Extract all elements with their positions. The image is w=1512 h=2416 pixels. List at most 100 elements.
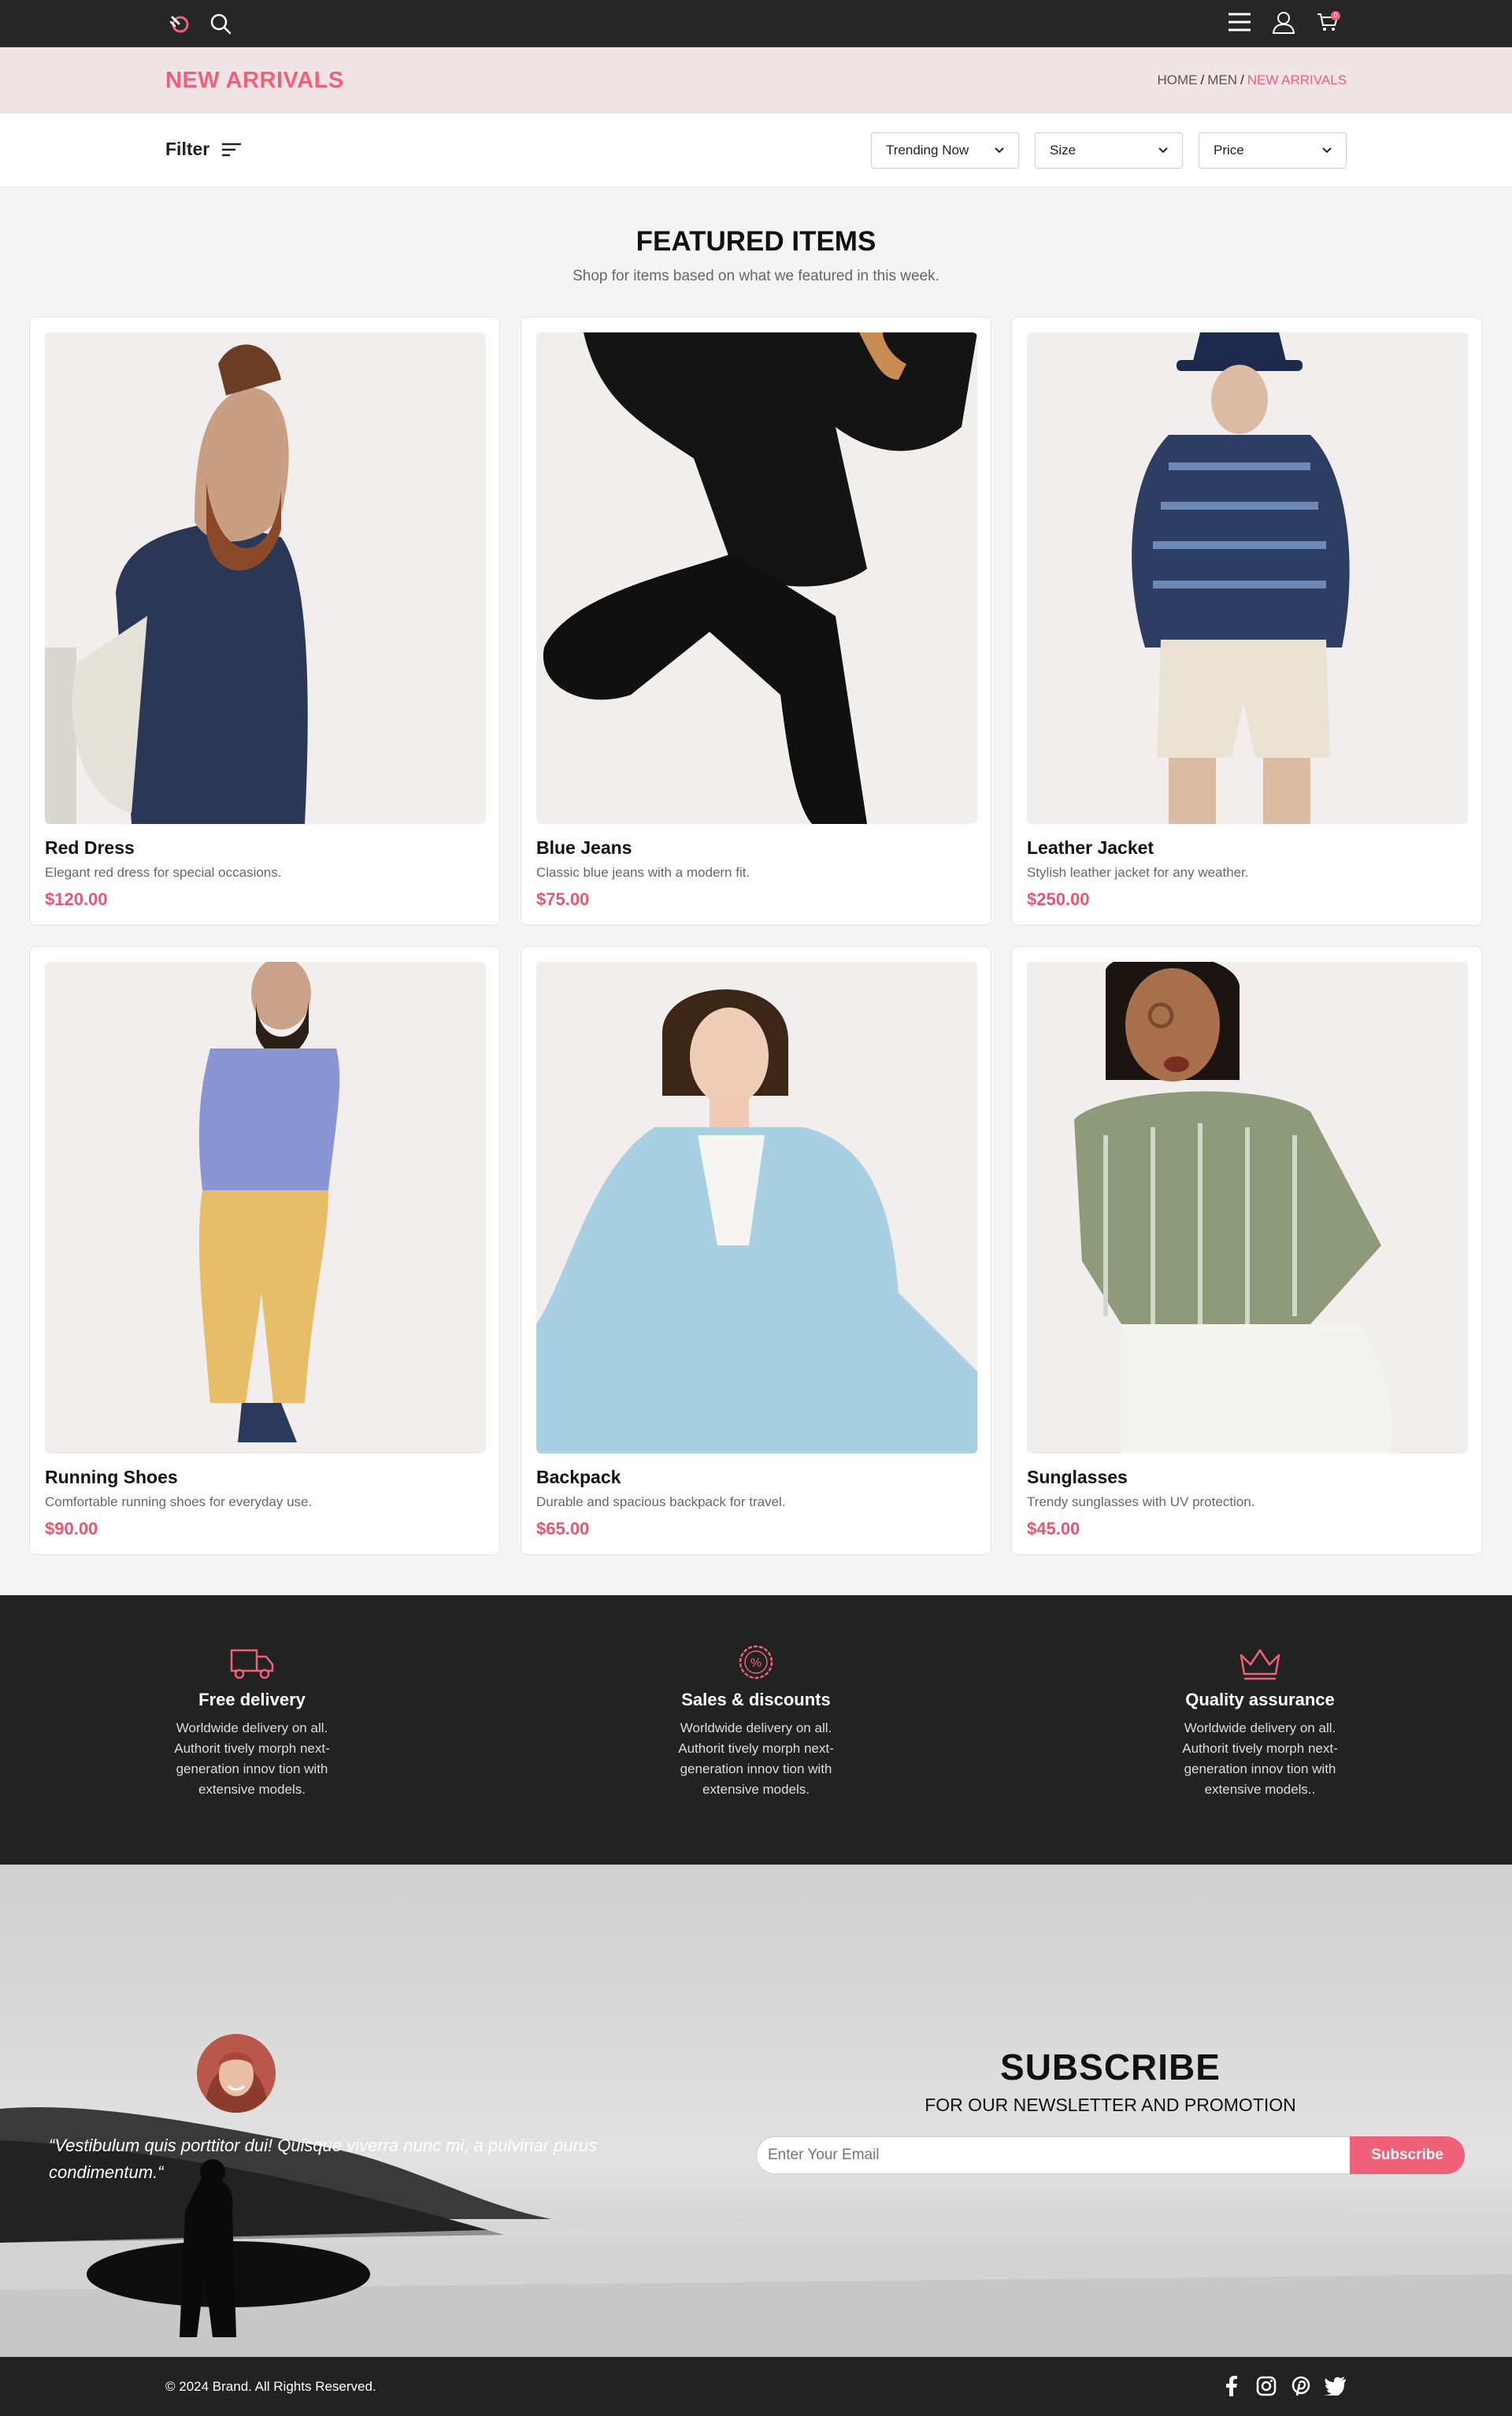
breadcrumb-current: NEW ARRIVALS [1247,72,1347,87]
nav-right-group: 0 [1225,8,1342,36]
product-card[interactable]: Leather Jacket Stylish leather jacket fo… [1011,317,1482,926]
page-title: NEW ARRIVALS [165,68,344,93]
product-image [45,332,486,824]
twitter-icon[interactable] [1325,2374,1347,2398]
top-navbar: 0 [0,0,1512,47]
nav-left-group [165,9,235,38]
filter-button[interactable]: Filter [165,139,243,160]
product-price: $75.00 [536,889,590,909]
product-name: Backpack [536,1467,621,1487]
feature-line: generation innov tion with [680,1761,832,1776]
product-description: Trendy sunglasses with UV protection. [1027,1494,1255,1509]
user-icon[interactable] [1269,8,1298,36]
product-name: Blue Jeans [536,837,632,858]
product-card[interactable]: Blue Jeans Classic blue jeans with a mod… [521,317,991,926]
product-card[interactable]: Backpack Durable and spacious backpack f… [521,946,991,1555]
svg-text:%: % [750,1657,762,1670]
size-select[interactable]: Size [1035,132,1183,169]
email-field[interactable] [756,2136,1350,2174]
social-links [1221,2374,1347,2398]
cart-count-badge: 0 [1331,11,1340,20]
truck-icon [230,1649,274,1679]
testimonial-quote: “Vestibulum quis porttitor dui! Quisque … [49,2132,647,2186]
subscribe-form: Subscribe [756,2136,1465,2174]
sort-select[interactable]: Trending Now [871,132,1019,169]
chevron-down-icon [1322,147,1332,154]
product-name: Sunglasses [1027,1467,1128,1487]
featured-subtitle: Shop for items based on what we featured… [573,268,939,284]
product-image [536,962,977,1453]
product-name: Leather Jacket [1027,837,1154,858]
product-price: $45.00 [1027,1519,1080,1538]
chevron-down-icon [995,147,1004,154]
filter-selects: Trending Now Size Price [871,132,1347,169]
product-price: $120.00 [45,889,108,909]
feature-line: generation innov tion with [1184,1761,1336,1776]
filter-lines-icon [222,143,242,156]
breadcrumb-separator: / [1240,72,1244,87]
feature-line: extensive models. [198,1782,306,1797]
breadcrumb-home[interactable]: HOME [1157,72,1197,87]
breadcrumb: HOME / MEN / NEW ARRIVALS [1157,72,1347,88]
footer: © 2024 Brand. All Rights Reserved. [0,2357,1512,2416]
product-card[interactable]: Sunglasses Trendy sunglasses with UV pro… [1011,946,1482,1555]
product-description: Stylish leather jacket for any weather. [1027,865,1249,880]
feature-line: Worldwide delivery on all. [680,1720,832,1735]
subscribe-title: SUBSCRIBE [1000,2047,1221,2088]
product-image [1027,332,1468,824]
search-icon[interactable] [206,9,235,38]
product-card[interactable]: Running Shoes Comfortable running shoes … [29,946,500,1555]
logo-icon[interactable] [165,9,194,38]
menu-icon[interactable] [1225,8,1254,36]
testimonial-subscribe-section: “Vestibulum quis porttitor dui! Quisque … [0,1865,1512,2357]
price-select[interactable]: Price [1199,132,1347,169]
breadcrumb-men[interactable]: MEN [1207,72,1237,87]
feature-free-delivery: Free delivery Worldwide delivery on all.… [158,1642,346,1800]
facebook-icon[interactable] [1221,2374,1243,2398]
product-name: Running Shoes [45,1467,178,1487]
feature-title: Quality assurance [1185,1690,1335,1709]
feature-line: Authorit tively morph next- [678,1741,834,1756]
product-description: Comfortable running shoes for everyday u… [45,1494,313,1509]
subscribe-button[interactable]: Subscribe [1350,2136,1465,2174]
cart-icon[interactable]: 0 [1314,8,1342,36]
product-image [1027,962,1468,1453]
filter-label: Filter [165,139,210,159]
page-header: NEW ARRIVALS HOME / MEN / NEW ARRIVALS [0,47,1512,113]
feature-line: Authorit tively morph next- [1182,1741,1338,1756]
filter-bar: Filter Trending Now Size Price [0,113,1512,187]
product-description: Classic blue jeans with a modern fit. [536,865,750,880]
features-section: Free delivery Worldwide delivery on all.… [0,1595,1512,1865]
price-select-value: Price [1214,143,1244,158]
product-image [45,962,486,1453]
feature-quality-assurance: Quality assurance Worldwide delivery on … [1166,1642,1354,1800]
testimonial-quote-line: condimentum.“ [49,2162,164,2182]
testimonial-quote-line: “Vestibulum quis porttitor dui! Quisque … [49,2136,598,2155]
feature-line: Worldwide delivery on all. [176,1720,328,1735]
instagram-icon[interactable] [1255,2374,1277,2398]
product-card[interactable]: Red Dress Elegant red dress for special … [29,317,500,926]
feature-sales-discounts: % Sales & discounts Worldwide delivery o… [662,1642,850,1800]
product-price: $65.00 [536,1519,590,1538]
copyright-text: © 2024 Brand. All Rights Reserved. [165,2379,376,2394]
pinterest-icon[interactable] [1290,2374,1312,2398]
feature-line: generation innov tion with [176,1761,328,1776]
discount-badge-icon: % [739,1645,773,1679]
feature-title: Free delivery [198,1690,306,1709]
product-description: Elegant red dress for special occasions. [45,865,282,880]
feature-description: Worldwide delivery on all. Authorit tive… [158,1718,346,1800]
avatar [197,2034,276,2113]
subscribe-subtitle: FOR OUR NEWSLETTER AND PROMOTION [925,2095,1296,2115]
feature-line: extensive models. [702,1782,810,1797]
breadcrumb-separator: / [1200,72,1205,87]
feature-line: Worldwide delivery on all. [1184,1720,1336,1735]
product-image [536,332,977,824]
size-select-value: Size [1050,143,1077,158]
feature-line: extensive models.. [1204,1782,1316,1797]
feature-description: Worldwide delivery on all. Authorit tive… [1166,1718,1354,1800]
sort-select-value: Trending Now [886,143,969,158]
product-price: $90.00 [45,1519,98,1538]
feature-line: Authorit tively morph next- [174,1741,330,1756]
product-name: Red Dress [45,837,135,858]
crown-icon [1240,1649,1280,1680]
